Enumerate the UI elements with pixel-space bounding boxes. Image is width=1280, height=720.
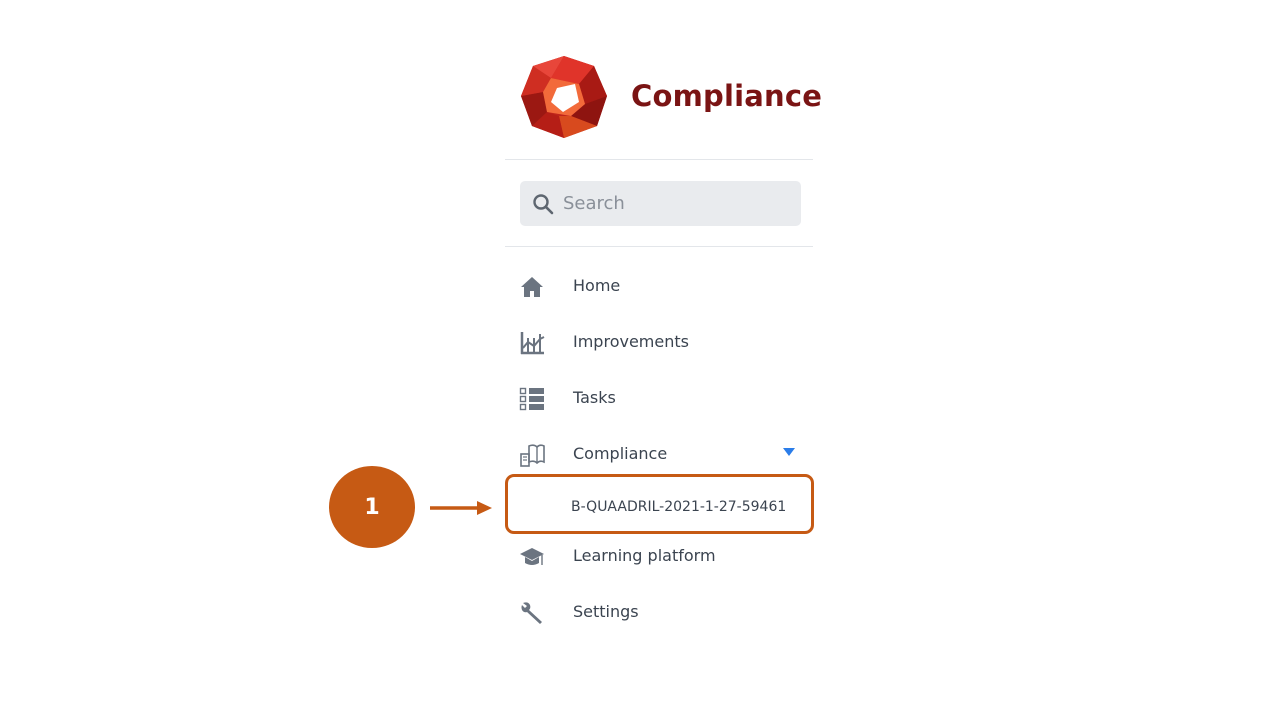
sidebar-item-label: Home: [573, 276, 621, 295]
divider: [505, 159, 813, 160]
sidebar-item-label: Tasks: [573, 388, 616, 407]
chevron-down-icon[interactable]: [782, 446, 796, 458]
sidebar-item-label: Learning platform: [573, 546, 716, 565]
sidebar-item-label: Settings: [573, 602, 639, 621]
sidebar-item-home[interactable]: Home: [505, 266, 815, 306]
search-placeholder: Search: [563, 193, 625, 214]
wrench-icon: [521, 602, 542, 624]
checklist-icon: [519, 387, 544, 411]
compliance-subitem[interactable]: B-QUAADRIL-2021-1-27-59461: [571, 496, 786, 518]
chart-icon: [520, 332, 545, 355]
sidebar-item-settings[interactable]: Settings: [505, 592, 815, 632]
divider: [505, 246, 813, 247]
sidebar-item-label: Compliance: [573, 444, 668, 463]
home-icon: [521, 277, 543, 297]
step-number-badge: 1: [329, 466, 415, 548]
app-title: Compliance: [631, 79, 823, 113]
sidebar-item-learning-platform[interactable]: Learning platform: [505, 536, 815, 576]
graduation-cap-icon: [520, 548, 544, 565]
search-input[interactable]: Search: [520, 181, 801, 226]
arrow-right-icon: [430, 501, 492, 515]
book-icon: [520, 444, 545, 467]
compliance-logo-icon: [521, 56, 607, 138]
sidebar-item-compliance[interactable]: Compliance: [505, 434, 815, 474]
search-icon: [533, 194, 554, 215]
sidebar-item-improvements[interactable]: Improvements: [505, 322, 815, 362]
sidebar-item-label: Improvements: [573, 332, 689, 351]
sidebar-item-tasks[interactable]: Tasks: [505, 378, 815, 418]
